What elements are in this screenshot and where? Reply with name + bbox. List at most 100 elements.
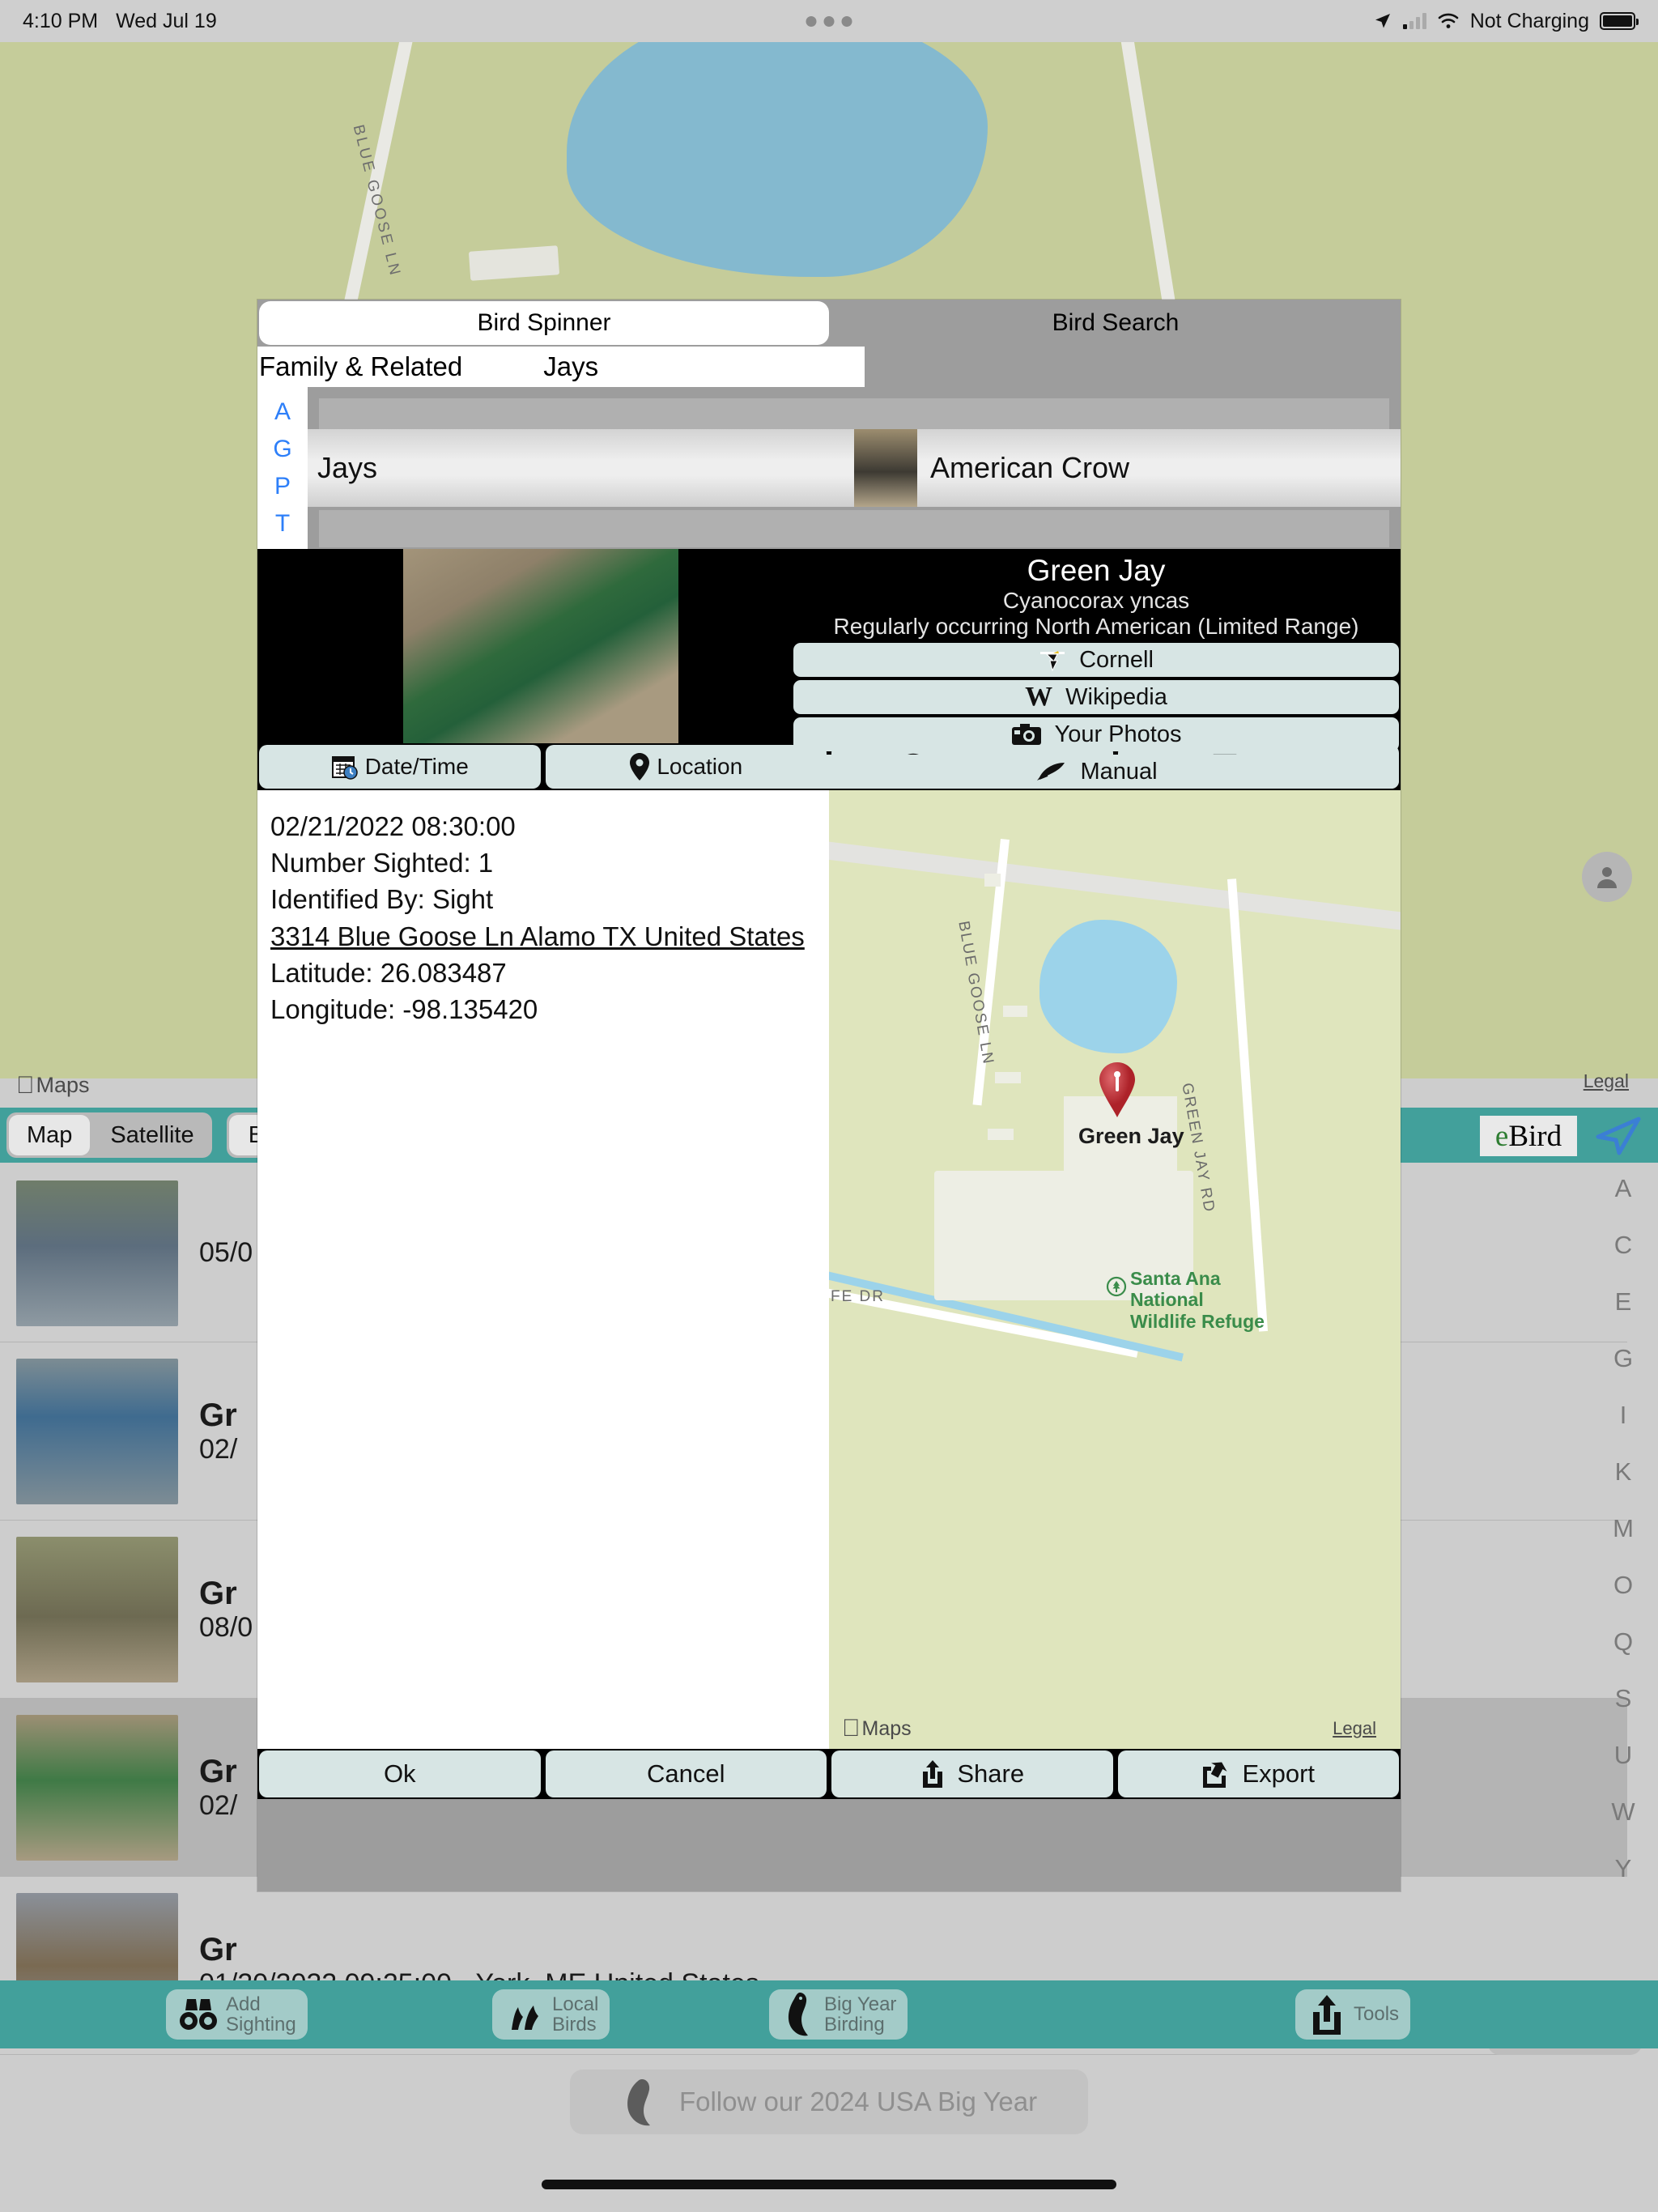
wikipedia-label: Wikipedia xyxy=(1065,683,1167,710)
ebird-logo[interactable]: e Bird xyxy=(1480,1116,1577,1156)
family-label: Family & Related xyxy=(259,351,463,381)
maps-credit-label: Maps xyxy=(18,1073,90,1097)
cellular-signal-icon xyxy=(1402,13,1426,29)
index-letter[interactable]: M xyxy=(1613,1514,1634,1543)
index-letter[interactable]: S xyxy=(1615,1684,1632,1713)
picker-bird-value: American Crow xyxy=(930,451,1130,484)
share-up-icon xyxy=(923,1760,943,1788)
picker-column-family[interactable]: Jays xyxy=(308,387,854,549)
map-pin-marker[interactable] xyxy=(1096,1061,1138,1119)
alphabet-index[interactable]: A C E G I K M O Q S U W Y xyxy=(1595,1174,1652,1883)
bird-icon xyxy=(788,1993,808,2036)
bird-photo[interactable] xyxy=(403,549,678,743)
index-letter[interactable]: O xyxy=(1613,1571,1633,1600)
bird-range-text: Regularly occurring North American (Limi… xyxy=(833,614,1359,639)
map-building xyxy=(984,874,1001,887)
sighting-address[interactable]: 3314 Blue Goose Ln Alamo TX United State… xyxy=(270,918,816,955)
picker-row-selected[interactable]: American Crow xyxy=(854,429,1401,507)
index-letter[interactable]: Y xyxy=(1615,1854,1632,1883)
sighting-info-pane: 02/21/2022 08:30:00 Number Sighted: 1 Id… xyxy=(257,790,829,1749)
cancel-button[interactable]: Cancel xyxy=(545,1750,827,1797)
dialog-tab-bar[interactable]: Bird Spinner Bird Search xyxy=(257,300,1401,347)
dialog-footer[interactable]: Ok Cancel Share Export xyxy=(257,1749,1401,1799)
home-indicator[interactable] xyxy=(542,2180,1116,2189)
ok-button[interactable]: Ok xyxy=(259,1750,541,1797)
local-birds-button[interactable]: Local Birds xyxy=(492,1989,610,2040)
sighting-map[interactable]: BLUE GOOSE LN GREEN JAY RD FE DR Green J… xyxy=(829,790,1401,1749)
status-date: Wed Jul 19 xyxy=(116,9,217,32)
picker-alpha-index[interactable]: A G P T xyxy=(257,387,308,549)
app-toolbar: Add Sighting Local Birds Big Year Birding xyxy=(0,1980,1658,2048)
picker-columns[interactable]: Jays American Crow xyxy=(308,387,1401,549)
segment-satellite[interactable]: Satellite xyxy=(92,1112,211,1158)
share-button[interactable]: Share xyxy=(831,1750,1113,1797)
legal-link[interactable]: Legal xyxy=(1584,1070,1629,1092)
picker-column-bird[interactable]: American Crow xyxy=(854,387,1401,549)
bird-detail-right: Green Jay Cyanocorax yncas Regularly occ… xyxy=(792,549,1401,789)
tab-bird-spinner[interactable]: Bird Spinner xyxy=(259,301,829,345)
map-type-segmented-control[interactable]: Map Satellite xyxy=(6,1112,212,1158)
bird-thumbnail xyxy=(16,1536,178,1682)
map-building xyxy=(1003,1006,1027,1017)
bird-picker[interactable]: A G P T Jays American Crow xyxy=(257,387,1401,549)
big-year-birding-button[interactable]: Big Year Birding xyxy=(769,1989,908,2040)
map-building xyxy=(988,1129,1014,1140)
your-photos-button[interactable]: Your Photos xyxy=(793,717,1399,751)
wikipedia-w-icon: W xyxy=(1025,682,1053,712)
picker-row-below[interactable] xyxy=(854,510,1389,547)
index-letter[interactable]: K xyxy=(1615,1457,1632,1487)
alpha-letter[interactable]: T xyxy=(275,510,290,538)
wikipedia-button[interactable]: W Wikipedia xyxy=(793,680,1399,714)
map-legal-link[interactable]: Legal xyxy=(1333,1718,1376,1739)
segment-map[interactable]: Map xyxy=(9,1115,91,1155)
alpha-letter[interactable]: A xyxy=(274,398,291,426)
picker-row-selected[interactable]: Jays xyxy=(308,429,854,507)
multitask-handle[interactable] xyxy=(806,15,852,27)
apple-logo-icon:  xyxy=(16,1073,35,1098)
tab-bird-search[interactable]: Bird Search xyxy=(831,300,1401,347)
sighting-number: Number Sighted: 1 xyxy=(270,848,494,878)
status-bar: 4:10 PM Wed Jul 19 Not Charging xyxy=(0,0,1658,42)
follow-big-year-banner[interactable]: Follow our 2024 USA Big Year xyxy=(570,2069,1088,2134)
index-letter[interactable]: G xyxy=(1613,1344,1633,1373)
add-sighting-button[interactable]: Add Sighting xyxy=(166,1989,308,2040)
screen-root: 4:10 PM Wed Jul 19 Not Charging BLUE GOO… xyxy=(0,0,1658,2212)
tab-date-time[interactable]: Date/Time xyxy=(259,745,541,789)
list-item-subtitle: 02/ xyxy=(199,1433,238,1465)
tab-location[interactable]: Location xyxy=(545,745,827,789)
bird-common-name: Green Jay xyxy=(1027,554,1166,587)
map-label-fe-dr: FE DR xyxy=(831,1288,885,1305)
tools-button[interactable]: Tools xyxy=(1295,1989,1411,2040)
cornell-button[interactable]: Cornell xyxy=(793,643,1399,677)
index-letter[interactable]: W xyxy=(1611,1797,1635,1827)
wifi-icon xyxy=(1438,13,1458,28)
camera-icon xyxy=(1011,724,1041,745)
picker-row-below[interactable] xyxy=(319,510,854,547)
battery-status-label: Not Charging xyxy=(1469,9,1589,32)
bird-scientific-name: Cyanocorax yncas xyxy=(1002,588,1190,613)
manual-button[interactable]: Manual xyxy=(793,755,1399,789)
battery-icon xyxy=(1600,12,1639,30)
index-letter[interactable]: U xyxy=(1614,1741,1632,1770)
alpha-letter[interactable]: P xyxy=(274,473,291,500)
index-letter[interactable]: A xyxy=(1615,1174,1632,1203)
map-water xyxy=(567,42,988,277)
alpha-letter[interactable]: G xyxy=(273,436,291,463)
map-credit-label: Maps xyxy=(844,1717,912,1740)
bird-thumbnail xyxy=(16,1180,178,1326)
add-sighting-label: Add Sighting xyxy=(226,1993,296,2035)
family-field[interactable]: Family & Related Jays xyxy=(257,347,865,387)
export-button[interactable]: Export xyxy=(1117,1750,1399,1797)
your-photos-label: Your Photos xyxy=(1054,721,1182,747)
handle-dot xyxy=(806,15,817,27)
map-apple-credit:  Maps xyxy=(842,1716,912,1741)
avatar[interactable] xyxy=(1582,852,1632,902)
park-icon xyxy=(1106,1276,1127,1297)
index-letter[interactable]: C xyxy=(1614,1231,1632,1260)
index-letter[interactable]: Q xyxy=(1613,1627,1633,1657)
bird-thumbnail xyxy=(16,1358,178,1504)
export-label: Export xyxy=(1242,1759,1316,1788)
navigation-arrow-icon[interactable] xyxy=(1593,1116,1642,1160)
index-letter[interactable]: E xyxy=(1615,1287,1632,1317)
index-letter[interactable]: I xyxy=(1620,1401,1627,1430)
